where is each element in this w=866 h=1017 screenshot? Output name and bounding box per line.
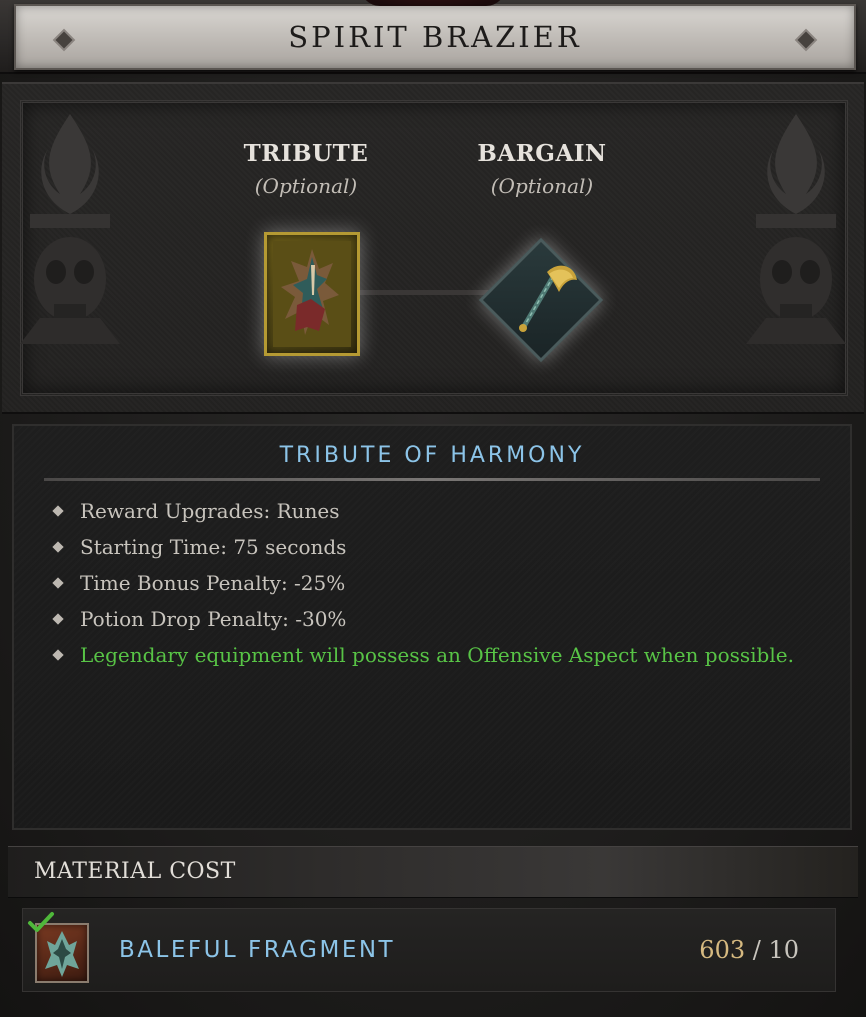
effect-text: Starting Time: 75 seconds bbox=[80, 535, 347, 559]
axe-icon bbox=[519, 265, 577, 332]
owned-quantity: 603 bbox=[699, 936, 746, 964]
check-icon bbox=[28, 912, 54, 932]
title-plate: SPIRIT BRAZIER bbox=[14, 4, 856, 70]
effect-item: Reward Upgrades: Runes bbox=[50, 498, 794, 534]
effect-text: Potion Drop Penalty: -30% bbox=[80, 607, 347, 631]
effect-item: Starting Time: 75 seconds bbox=[50, 534, 794, 570]
required-quantity: 10 bbox=[768, 936, 799, 964]
effect-item-legendary: Legendary equipment will possess an Offe… bbox=[50, 642, 794, 678]
diamond-bullet-icon bbox=[52, 613, 64, 625]
brazier-skull-flame-icon bbox=[746, 114, 846, 344]
effect-text: Time Bonus Penalty: -25% bbox=[80, 571, 346, 595]
brazier-panel bbox=[2, 82, 864, 414]
effect-item: Time Bonus Penalty: -25% bbox=[50, 570, 794, 606]
header-bar: SPIRIT BRAZIER bbox=[0, 0, 866, 74]
material-cost-row[interactable]: BALEFUL FRAGMENT 603 / 10 bbox=[22, 908, 836, 992]
page-title: SPIRIT BRAZIER bbox=[288, 20, 582, 54]
tribute-details-panel: TRIBUTE OF HARMONY Reward Upgrades: Rune… bbox=[12, 424, 852, 830]
spirit-brazier-window: SPIRIT BRAZIER TRIBUTE (Optional) BARGAI… bbox=[0, 0, 866, 1017]
material-cost-title: MATERIAL COST bbox=[34, 859, 236, 884]
bargain-slot-optional-label: (Optional) bbox=[490, 174, 594, 198]
tribute-name-heading: TRIBUTE OF HARMONY bbox=[279, 443, 585, 468]
tribute-slot-optional-label: (Optional) bbox=[254, 174, 358, 198]
effect-text: Reward Upgrades: Runes bbox=[80, 499, 340, 523]
brazier-skull-flame-icon bbox=[20, 114, 120, 344]
quantity-separator: / bbox=[745, 936, 769, 964]
material-cost-header: MATERIAL COST bbox=[8, 846, 858, 898]
material-quantity: 603 / 10 bbox=[699, 936, 799, 964]
top-flourish bbox=[360, 0, 506, 6]
tribute-of-harmony-icon bbox=[273, 241, 351, 347]
material-name: BALEFUL FRAGMENT bbox=[119, 937, 396, 963]
diamond-bullet-icon bbox=[52, 505, 64, 517]
divider bbox=[44, 478, 820, 481]
tribute-slot[interactable] bbox=[264, 232, 360, 356]
tribute-slot-title: TRIBUTE bbox=[243, 140, 369, 167]
diamond-bullet-icon bbox=[52, 577, 64, 589]
diamond-bullet-icon bbox=[52, 649, 64, 661]
effects-list: Reward Upgrades: Runes Starting Time: 75… bbox=[50, 498, 794, 678]
diamond-bullet-icon bbox=[52, 541, 64, 553]
effect-text: Legendary equipment will possess an Offe… bbox=[80, 643, 794, 667]
bargain-slot-title: BARGAIN bbox=[477, 140, 607, 167]
effect-item: Potion Drop Penalty: -30% bbox=[50, 606, 794, 642]
